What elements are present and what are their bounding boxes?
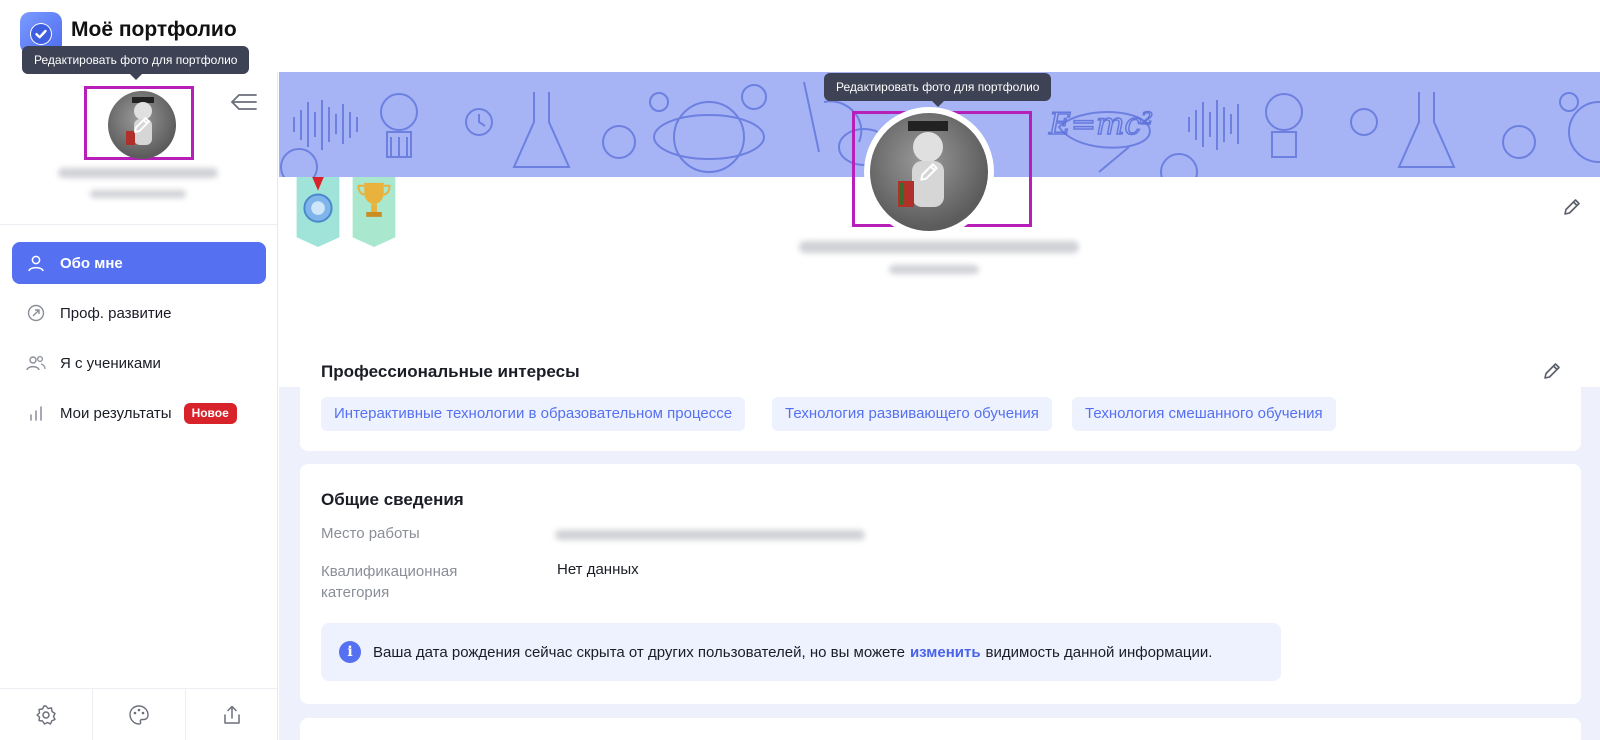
theme-button[interactable]: [93, 689, 186, 740]
sidebar-item-label: Я с учениками: [60, 354, 161, 372]
collapse-menu-icon[interactable]: [230, 92, 258, 117]
users-icon: [26, 353, 46, 373]
edit-photo-tooltip-main: Редактировать фото для портфолио: [824, 73, 1052, 107]
growth-arrow-icon: [26, 303, 46, 323]
palette-icon: [129, 704, 149, 725]
notice-text: Ваша дата рождения сейчас скрыта от друг…: [373, 643, 905, 661]
trophy-icon[interactable]: [350, 177, 398, 247]
qualification-label: Квалификационная категория: [321, 563, 458, 601]
sidebar-item-label: Обо мне: [60, 254, 123, 272]
edit-profile-icon[interactable]: [1562, 197, 1582, 217]
interest-chip[interactable]: Технология развивающего обучения: [772, 397, 1052, 431]
interests-title: Профессиональные интересы: [321, 362, 580, 381]
pencil-icon: [134, 117, 150, 133]
info-icon: i: [339, 641, 361, 663]
next-card: [300, 718, 1581, 740]
new-badge: Новое: [183, 402, 237, 424]
sidebar-item-label: Мои результаты: [60, 404, 172, 422]
interests-card: Профессиональные интересы Интерактивные …: [300, 337, 1581, 451]
settings-button[interactable]: [0, 689, 93, 740]
share-button[interactable]: [186, 689, 278, 740]
svg-text:E=mc²: E=mc²: [1048, 107, 1153, 142]
interest-chip[interactable]: Интерактивные технологии в образовательн…: [321, 397, 746, 431]
general-info-card: Общие сведения Место работы Квалификацио…: [300, 464, 1581, 704]
interest-chip[interactable]: Технология смешанного обучения: [1072, 397, 1336, 431]
notice-text-end: видимость данной информации.: [985, 643, 1213, 661]
app-title: Моё портфолио: [71, 18, 237, 41]
general-info-title: Общие сведения: [321, 490, 464, 509]
settings-gear-icon: [36, 704, 56, 725]
main-content: E=mc² Профессиональные интересы Интеракт…: [279, 72, 1600, 740]
work-place-value-blurred: [555, 530, 865, 540]
change-visibility-link[interactable]: изменить: [910, 644, 981, 661]
profile-name-blurred: [799, 241, 1079, 253]
profile-role-blurred: [889, 265, 979, 274]
edit-photo-tooltip-sidebar: Редактировать фото для портфолио: [22, 46, 250, 80]
sidebar-item-my-results[interactable]: Мои результаты Новое: [12, 392, 266, 434]
share-icon: [224, 705, 240, 724]
qualification-value: Нет данных: [557, 561, 639, 578]
sidebar-avatar-highlight: [84, 86, 194, 160]
sidebar-avatar[interactable]: [108, 91, 176, 159]
birthdate-visibility-notice: i Ваша дата рождения сейчас скрыта от др…: [321, 623, 1281, 681]
sidebar-item-prof-development[interactable]: Проф. развитие: [12, 292, 266, 334]
sidebar-item-label: Проф. развитие: [60, 304, 172, 322]
edit-interests-icon[interactable]: [1542, 361, 1562, 381]
main-avatar[interactable]: [870, 113, 988, 231]
user-role-blurred: [90, 190, 186, 198]
sidebar: Обо мне Проф. развитие Я с учениками Мои…: [0, 72, 278, 740]
medal-icon[interactable]: [294, 177, 342, 247]
sidebar-item-with-students[interactable]: Я с учениками: [12, 342, 266, 384]
user-name-blurred: [58, 168, 218, 178]
bar-chart-icon: [26, 403, 46, 423]
sidebar-bottom-toolbar: [0, 688, 278, 740]
work-place-label: Место работы: [321, 525, 420, 542]
sidebar-item-about-me[interactable]: Обо мне: [12, 242, 266, 284]
sidebar-divider: [0, 224, 278, 225]
user-icon: [26, 253, 46, 273]
pencil-icon: [920, 163, 938, 181]
